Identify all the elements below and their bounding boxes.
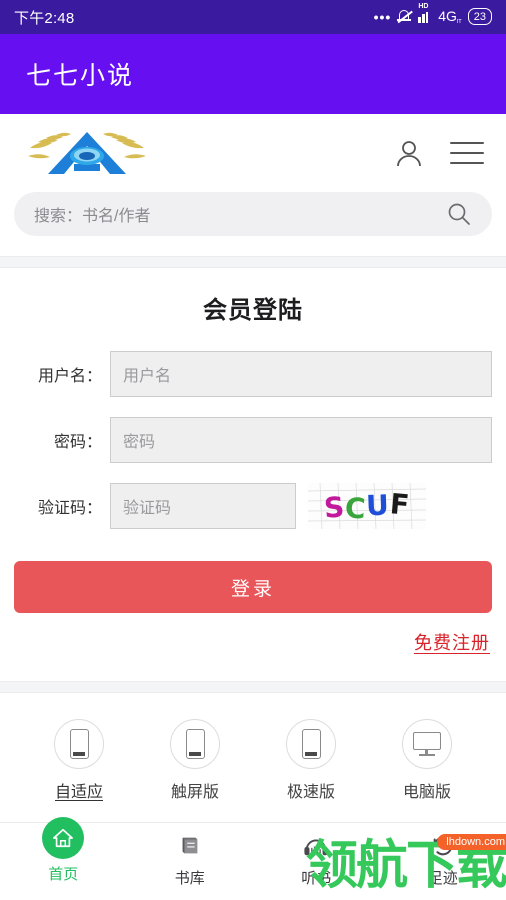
bell-mute-icon xyxy=(397,9,413,24)
mobile-phone-icon xyxy=(54,719,104,769)
captcha-text: S C U F xyxy=(308,483,426,529)
version-label: 电脑版 xyxy=(402,784,451,801)
captcha-char-1: S xyxy=(322,489,346,525)
captcha-char-4: F xyxy=(388,486,412,522)
search-icon[interactable] xyxy=(446,201,472,227)
header-bar xyxy=(0,114,506,192)
tab-label: 足迹 xyxy=(427,870,458,887)
captcha-char-2: C xyxy=(344,490,368,526)
headphones-icon xyxy=(299,829,333,863)
section-divider xyxy=(0,256,506,268)
register-row: 免费注册 xyxy=(0,613,506,655)
tab-label: 首页 xyxy=(48,866,79,883)
captcha-input[interactable]: 验证码 xyxy=(110,483,296,529)
version-item-touch[interactable]: 触屏版 xyxy=(159,719,231,802)
version-label: 极速版 xyxy=(286,784,335,801)
username-input[interactable]: 用户名 xyxy=(110,351,492,397)
tab-audiobook[interactable]: 听书 xyxy=(253,829,380,888)
tab-label: 书库 xyxy=(174,870,205,887)
status-bar: 下午2:48 ••• HD 4Gᴵᵀ 23 xyxy=(0,0,506,34)
signal-bars-icon: HD xyxy=(418,3,432,24)
app-root: 下午2:48 ••• HD 4Gᴵᵀ 23 七七小说 搜索：书名/作者 会员登陆… xyxy=(0,0,506,900)
tab-history[interactable]: 足迹 xyxy=(380,829,506,888)
version-item-fast[interactable]: 极速版 xyxy=(275,719,347,802)
password-input[interactable]: 密码 xyxy=(110,417,492,463)
version-item-adaptive[interactable]: 自适应 xyxy=(43,719,115,802)
home-icon xyxy=(42,817,85,859)
captcha-row: 验证码： 验证码 S C U F xyxy=(0,483,506,529)
mobile-phone-icon xyxy=(170,719,220,769)
history-icon xyxy=(426,829,460,863)
header-actions xyxy=(394,138,484,168)
captcha-char-3: U xyxy=(365,488,391,522)
search-input[interactable]: 搜索：书名/作者 xyxy=(14,192,492,236)
captcha-image[interactable]: S C U F xyxy=(308,483,426,529)
mobile-phone-icon xyxy=(286,719,336,769)
hamburger-menu-icon[interactable] xyxy=(450,142,484,164)
search-placeholder: 搜索：书名/作者 xyxy=(34,208,151,225)
submit-row: 登录 xyxy=(0,549,506,613)
tab-home[interactable]: 首页 xyxy=(0,817,127,884)
site-logo[interactable] xyxy=(22,126,152,180)
tab-label: 听书 xyxy=(301,870,332,887)
desktop-monitor-icon xyxy=(402,719,452,769)
status-icons: ••• HD 4Gᴵᵀ 23 xyxy=(373,3,492,27)
page-title: 会员登陆 xyxy=(203,297,303,324)
login-panel: 会员登陆 用户名： 用户名 密码： 密码 验证码： 验证码 S C U F 登录… xyxy=(0,268,506,681)
captcha-label: 验证码： xyxy=(37,500,102,517)
status-time: 下午2:48 xyxy=(14,9,75,27)
version-switcher: 自适应 触屏版 极速版 电脑版 xyxy=(0,693,506,816)
hd-label: HD xyxy=(418,3,429,11)
password-label: 密码： xyxy=(53,434,102,451)
overflow-dots-icon: ••• xyxy=(373,8,392,25)
network-type-label: 4Gᴵᵀ xyxy=(438,7,462,27)
login-button[interactable]: 登录 xyxy=(14,561,492,613)
app-title-bar: 七七小说 xyxy=(0,34,506,114)
site-brand-title: 七七小说 xyxy=(26,62,135,90)
version-label: 触屏版 xyxy=(170,784,219,801)
book-icon xyxy=(173,829,207,863)
version-label: 自适应 xyxy=(54,784,103,801)
bottom-tab-bar: 首页 书库 听书 足迹 xyxy=(0,817,506,900)
battery-indicator: 23 xyxy=(467,8,492,26)
username-label: 用户名： xyxy=(37,368,102,385)
tab-library[interactable]: 书库 xyxy=(127,829,254,888)
section-divider-2 xyxy=(0,681,506,693)
password-row: 密码： 密码 xyxy=(0,417,506,463)
register-link[interactable]: 免费注册 xyxy=(414,629,490,655)
version-item-desktop[interactable]: 电脑版 xyxy=(391,719,463,802)
user-icon[interactable] xyxy=(394,138,424,168)
username-row: 用户名： 用户名 xyxy=(0,351,506,397)
search-section: 搜索：书名/作者 xyxy=(0,192,506,256)
